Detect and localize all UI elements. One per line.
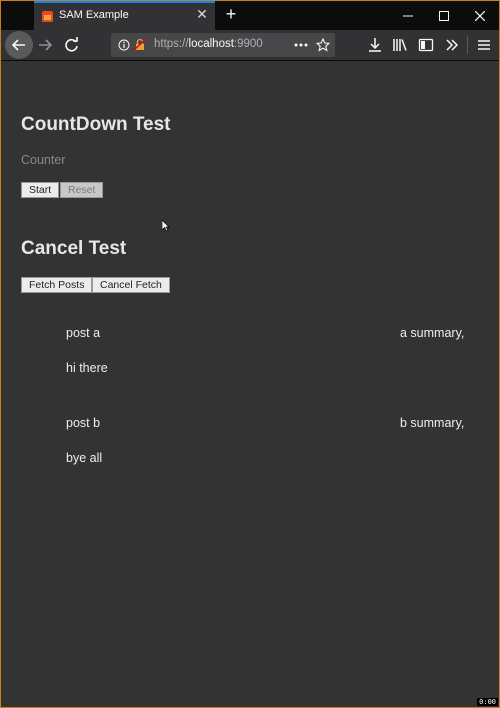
minimize-button[interactable] xyxy=(390,1,426,30)
tab-strip: SAM Example ✕ + xyxy=(1,1,499,30)
forward-arrow-icon xyxy=(39,39,53,51)
reload-icon xyxy=(65,37,78,52)
mouse-cursor-icon xyxy=(162,220,170,232)
countdown-heading: CountDown Test xyxy=(21,114,171,135)
minimize-icon xyxy=(403,15,413,17)
toolbar-divider xyxy=(467,36,468,54)
reset-button[interactable]: Reset xyxy=(60,182,104,198)
library-icon[interactable] xyxy=(392,37,408,53)
maximize-icon xyxy=(439,11,449,21)
start-button[interactable]: Start xyxy=(21,182,60,198)
window-close-button[interactable] xyxy=(462,1,498,30)
page-content: CountDown Test Counter Start Reset Cance… xyxy=(1,61,499,707)
post-body: bye all xyxy=(66,451,103,465)
tab-title: SAM Example xyxy=(59,9,129,21)
post-title: post b xyxy=(66,416,101,430)
bookmark-star-icon[interactable] xyxy=(316,38,330,52)
info-icon[interactable] xyxy=(118,39,130,51)
post-body: hi there xyxy=(66,361,108,375)
fetch-posts-button[interactable]: Fetch Posts xyxy=(21,277,93,293)
url-port: :9900 xyxy=(233,38,263,50)
post-summary: a summary, xyxy=(400,326,465,340)
reload-button[interactable] xyxy=(60,33,84,57)
close-icon xyxy=(475,11,485,21)
maximize-button[interactable] xyxy=(426,1,462,30)
hamburger-menu-icon[interactable] xyxy=(476,37,492,53)
recording-time-badge: 0:00 xyxy=(477,698,498,706)
close-tab-icon[interactable]: ✕ xyxy=(195,7,209,21)
counter-label: Counter xyxy=(21,153,66,167)
url-bar[interactable]: https://localhost:9900 xyxy=(111,33,335,57)
favicon-icon xyxy=(42,11,53,22)
insecure-lock-icon[interactable] xyxy=(134,38,147,51)
cancel-fetch-button[interactable]: Cancel Fetch xyxy=(92,277,170,293)
new-tab-icon[interactable]: + xyxy=(222,5,240,23)
sidebar-icon[interactable] xyxy=(418,37,434,53)
overflow-chevron-icon[interactable] xyxy=(444,37,460,53)
back-arrow-icon xyxy=(11,39,25,51)
post-title: post a xyxy=(66,326,101,340)
post-summary: b summary, xyxy=(400,416,465,430)
page-actions-icon[interactable] xyxy=(294,43,308,47)
url-text: https://localhost:9900 xyxy=(154,38,263,50)
navigation-toolbar: https://localhost:9900 xyxy=(1,30,499,61)
url-host: localhost xyxy=(188,38,234,50)
forward-button[interactable] xyxy=(34,33,58,57)
back-button[interactable] xyxy=(5,31,33,59)
tab-active[interactable]: SAM Example ✕ xyxy=(34,1,215,30)
downloads-icon[interactable] xyxy=(367,37,383,53)
cancel-heading: Cancel Test xyxy=(21,238,127,259)
url-scheme: https:// xyxy=(154,38,189,50)
